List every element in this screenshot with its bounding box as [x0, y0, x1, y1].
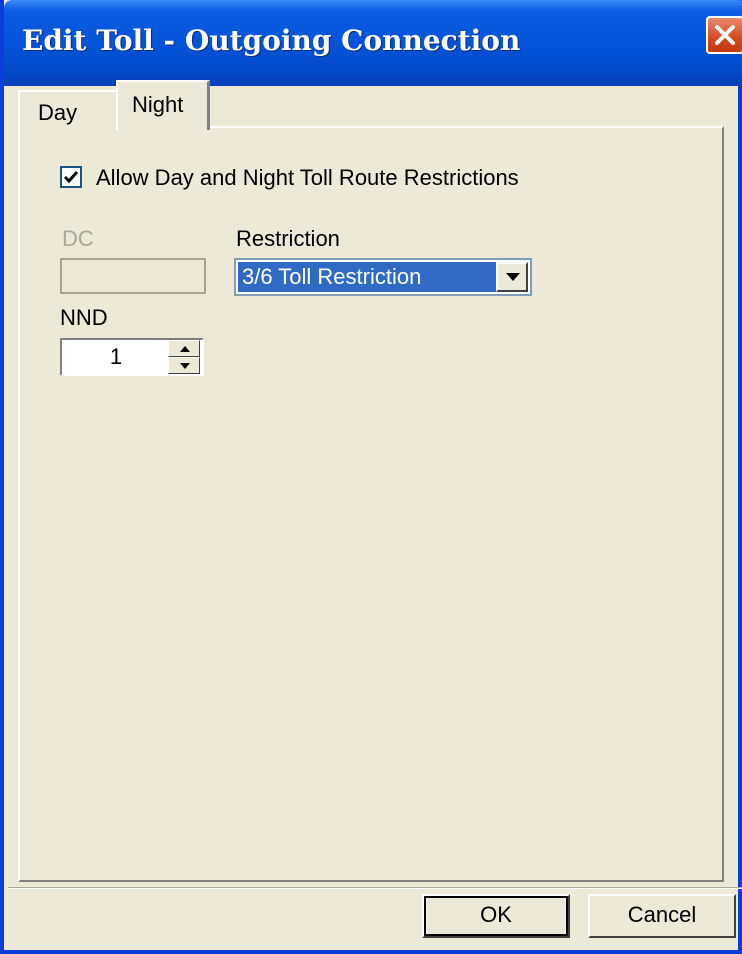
- check-icon: [63, 171, 79, 184]
- tab-panel-night: [18, 126, 724, 882]
- dialog-window: Edit Toll - Outgoing Connection Day Nigh…: [0, 0, 742, 954]
- nnd-value[interactable]: 1: [64, 340, 168, 374]
- restriction-selected-value[interactable]: 3/6 Toll Restriction: [238, 262, 496, 292]
- tab-day-label: Day: [38, 100, 78, 125]
- spin-up-icon: [180, 346, 190, 352]
- restriction-dropdown-button[interactable]: [496, 262, 528, 292]
- cancel-button[interactable]: Cancel: [588, 894, 736, 938]
- nnd-label: NND: [60, 305, 108, 330]
- spin-down-icon: [180, 363, 190, 369]
- dc-label: DC: [62, 226, 94, 251]
- nnd-increment-button[interactable]: [168, 340, 200, 357]
- title-bar[interactable]: Edit Toll - Outgoing Connection: [4, 0, 742, 86]
- ok-button[interactable]: OK: [422, 894, 570, 938]
- window-title: Edit Toll - Outgoing Connection: [22, 24, 521, 57]
- close-button[interactable]: [706, 16, 742, 54]
- nnd-stepper[interactable]: 1: [60, 338, 204, 376]
- close-icon: [715, 25, 735, 45]
- restriction-dropdown[interactable]: 3/6 Toll Restriction: [234, 258, 532, 296]
- footer-divider: [8, 887, 742, 889]
- allow-restrictions-label[interactable]: Allow Day and Night Toll Route Restricti…: [96, 165, 519, 191]
- tab-night[interactable]: Night: [116, 80, 210, 130]
- restriction-label: Restriction: [236, 226, 340, 251]
- allow-restrictions-checkbox[interactable]: [60, 166, 82, 188]
- tab-day[interactable]: Day: [18, 90, 120, 128]
- tab-night-label: Night: [132, 92, 184, 117]
- dc-field: [60, 258, 206, 294]
- chevron-down-icon: [506, 273, 520, 281]
- nnd-decrement-button[interactable]: [168, 357, 200, 374]
